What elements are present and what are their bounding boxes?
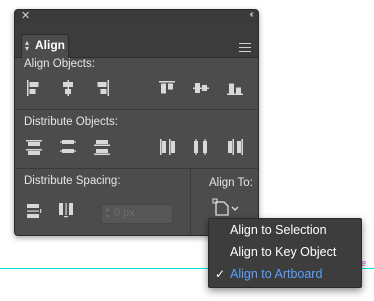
horizontal-distribute-space-icon[interactable] [55,200,77,222]
align-to-label: Align To: [209,177,253,189]
align-to-menu: Align to Selection Align to Key Object ✓… [208,218,362,288]
horizontal-distribute-center-icon[interactable] [190,136,212,158]
spacing-stepper: ▲ ▼ [104,206,111,221]
vertical-distribute-bottom-icon[interactable] [91,136,113,158]
menu-item-align-to-selection[interactable]: Align to Selection [209,220,361,242]
horizontal-distribute-right-icon[interactable] [224,136,246,158]
menu-item-align-to-key-object[interactable]: Align to Key Object [209,242,361,264]
spacing-value: 0 px [114,207,135,219]
section-divider [15,109,258,110]
distribute-spacing-label: Distribute Spacing: [24,175,121,187]
expand-options-icon[interactable]: ▴ ▾ [25,39,29,53]
section-divider [15,168,258,169]
align-to-artboard-icon [212,198,239,216]
close-icon[interactable]: ✕ [21,10,30,22]
vertical-align-bottom-icon[interactable] [224,77,246,99]
vertical-distribute-space-icon[interactable] [24,200,46,222]
panel-tab-bar: ▴ ▾ Align [15,23,258,58]
horizontal-distribute-left-icon[interactable] [156,136,178,158]
panel-titlebar[interactable]: ✕ ‹‹ [15,10,258,23]
menu-item-label: Align to Selection [230,223,327,237]
horizontal-align-left-icon[interactable] [23,77,45,99]
collapse-icon[interactable]: ‹‹ [249,10,253,20]
vertical-distribute-top-icon[interactable] [23,136,45,158]
vertical-distribute-center-icon[interactable] [57,136,79,158]
align-panel: ✕ ‹‹ ▴ ▾ Align Align Objects: Distribute … [14,9,259,236]
align-objects-label: Align Objects: [24,58,95,70]
section-divider-vertical [190,168,191,235]
tab-align-label: Align [35,38,65,52]
tab-align[interactable]: ▴ ▾ Align [21,34,69,58]
vertical-align-top-icon[interactable] [156,77,178,99]
menu-item-align-to-artboard[interactable]: ✓ Align to Artboard [209,264,361,286]
panel-menu-icon[interactable] [239,43,251,52]
vertical-align-center-icon[interactable] [190,77,212,99]
align-to-dropdown-button[interactable] [211,196,241,218]
horizontal-align-center-icon[interactable] [57,77,79,99]
menu-item-label: Align to Artboard [230,267,323,281]
distribute-objects-label: Distribute Objects: [24,116,118,128]
checkmark-icon: ✓ [215,267,226,281]
menu-item-label: Align to Key Object [230,245,337,259]
spacing-value-field: ▲ ▼ 0 px [101,204,173,224]
horizontal-align-right-icon[interactable] [91,77,113,99]
